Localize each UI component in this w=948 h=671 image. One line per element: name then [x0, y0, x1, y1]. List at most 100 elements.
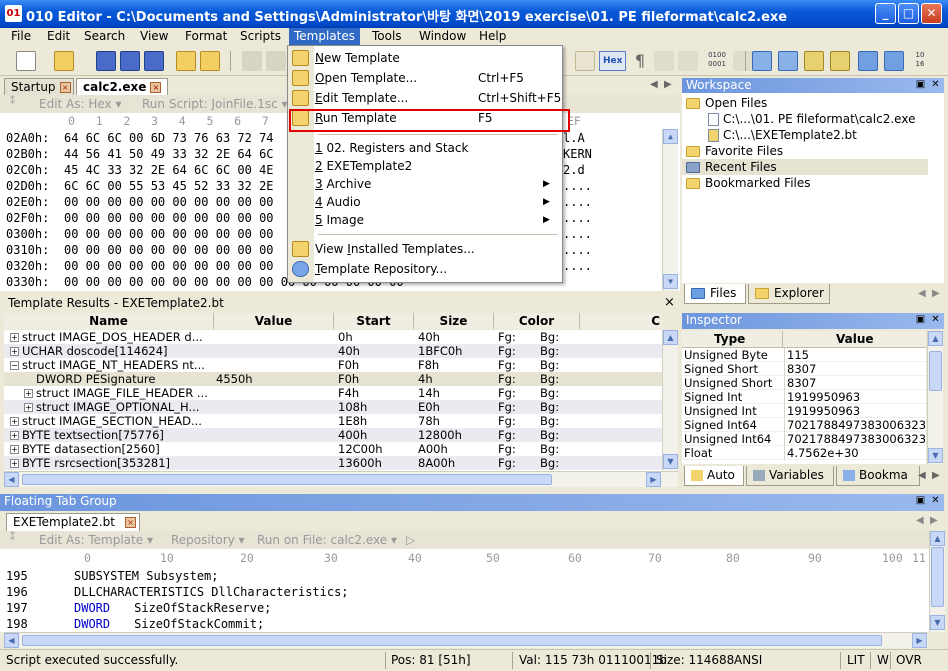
close-panel-icon[interactable]: × [664, 295, 675, 310]
hex-text[interactable]: l.A [563, 131, 585, 145]
hex-bytes[interactable]: 44 56 41 50 49 33 32 2E 64 6C [64, 147, 274, 161]
calculator-icon[interactable] [752, 51, 772, 71]
menu-item-archive[interactable]: 3 Archive ▶ [288, 175, 562, 193]
table-row[interactable]: + BYTE textsection[75776] 400h 12800h Fg: Bg: [4, 428, 662, 442]
status-w[interactable]: W [877, 653, 889, 667]
table-row[interactable]: + BYTE rsrcsection[353281] 13600h 8A00h Fg: B… [4, 456, 662, 470]
hex-bytes[interactable]: 00 00 00 00 00 00 00 00 00 00 [64, 243, 274, 257]
tree-item-recent-files[interactable]: Recent Files [682, 159, 944, 175]
hex-text[interactable]: .... [563, 259, 592, 273]
repository-dropdown[interactable]: Repository ▾ [171, 533, 245, 547]
inspector-row[interactable]: Unsigned Short 8307 [682, 376, 926, 390]
hex-bytes[interactable]: 00 00 00 00 00 00 00 00 00 00 [64, 227, 274, 241]
float-panel-icon[interactable]: ▣ [914, 314, 927, 327]
hex-text[interactable]: KERN [563, 147, 592, 161]
tools-icon[interactable] [830, 51, 850, 71]
hex-bytes[interactable]: 45 4C 33 32 2E 64 6C 6C 00 4E [64, 163, 274, 177]
hex-bytes[interactable]: 6C 6C 00 55 53 45 52 33 32 2E [64, 179, 274, 193]
scroll-right-icon[interactable]: ▶ [912, 633, 927, 648]
scroll-down-icon[interactable]: ▼ [930, 615, 945, 630]
float-panel-icon[interactable]: ▣ [914, 495, 927, 508]
inspector-row[interactable]: Unsigned Int64 7021788497383006323 [682, 432, 926, 446]
inspector-row[interactable]: Signed Int64 7021788497383006323 [682, 418, 926, 432]
menu-item-view-installed-templates[interactable]: View Installed Templates... [288, 240, 562, 258]
run-template-icon[interactable]: ▷ [406, 533, 415, 547]
menu-item-recent-1[interactable]: 1 02. Registers and Stack [288, 139, 562, 157]
column-header-comment[interactable]: C [580, 313, 662, 329]
scroll-thumb[interactable] [22, 635, 882, 646]
scroll-up-icon[interactable]: ▲ [928, 331, 943, 346]
expand-toggle-icon[interactable]: + [10, 459, 19, 468]
tab-calc2-exe[interactable]: calc2.exe × [76, 78, 168, 95]
tree-item-file[interactable]: C:\...\01. PE fileformat\calc2.exe [708, 111, 915, 127]
table-row[interactable]: + struct IMAGE_FILE_HEADER ... F4h 14h Fg: Bg… [4, 386, 662, 400]
base-convert-icon[interactable]: 10 16 [910, 51, 930, 71]
inspector-row[interactable]: Unsigned Byte 115 [682, 348, 926, 362]
hex-bytes[interactable]: 00 00 00 00 00 00 00 00 00 00 [64, 211, 274, 225]
expand-toggle-icon[interactable]: + [10, 417, 19, 426]
table-row[interactable]: − struct IMAGE_NT_HEADERS nt... F0h F8h Fg: B… [4, 358, 662, 372]
inspector-value[interactable]: 8307 [784, 376, 926, 390]
inspector-table[interactable]: Unsigned Byte 115 Signed Short 8307 Unsigned… [682, 348, 926, 464]
tab-scroll-left-icon[interactable]: ◀ [650, 79, 658, 90]
histogram-icon[interactable] [858, 51, 878, 71]
menu-edit[interactable]: Edit [42, 28, 75, 46]
scroll-up-icon[interactable]: ▲ [663, 330, 678, 345]
menu-item-recent-2[interactable]: 2 EXETemplate2 [288, 157, 562, 175]
menu-item-open-template[interactable]: Open Template... Ctrl+F5 [288, 69, 562, 87]
hex-text[interactable]: .... [563, 195, 592, 209]
inspector-value[interactable]: 115 [784, 348, 926, 362]
hex-text[interactable]: .... [563, 179, 592, 193]
inspector-scrollbar[interactable]: ▲ ▼ [927, 331, 943, 464]
template-code-editor[interactable]: 195 SUBSYSTEM Subsystem; 196 DLLCHARACTERI… [0, 566, 930, 632]
inspector-row[interactable]: Unsigned Int 1919950963 [682, 404, 926, 418]
menu-item-audio[interactable]: 4 Audio ▶ [288, 193, 562, 211]
column-header-name[interactable]: Name [4, 313, 214, 329]
column-header-color[interactable]: Color [494, 313, 580, 329]
hex-bytes[interactable]: 00 00 00 00 00 00 00 00 00 00 [64, 259, 274, 273]
status-lit[interactable]: LIT [847, 653, 865, 667]
scroll-down-icon[interactable]: ▼ [663, 454, 678, 469]
tab-auto[interactable]: Auto [684, 466, 744, 486]
column-header-size[interactable]: Size [414, 313, 494, 329]
expand-toggle-icon[interactable]: + [10, 445, 19, 454]
hex-bytes[interactable]: 64 6C 6C 00 6D 73 76 63 72 74 [64, 131, 274, 145]
scroll-down-icon[interactable]: ▼ [928, 448, 943, 463]
code-scrollbar[interactable]: ▲ ▼ [929, 531, 945, 632]
hex-text[interactable]: .... [563, 227, 592, 241]
tab-scroll-right-icon[interactable]: ▶ [932, 470, 940, 481]
hex-mode-button[interactable]: Hex [599, 51, 627, 71]
inspect-icon[interactable] [778, 51, 798, 71]
pilcrow-icon[interactable]: ¶ [630, 51, 650, 71]
tab-scroll-right-icon[interactable]: ▶ [932, 288, 940, 299]
tree-item-bookmarked-files[interactable]: Bookmarked Files [686, 175, 811, 191]
maximize-button[interactable]: □ [898, 3, 919, 24]
expand-toggle-icon[interactable]: + [24, 403, 33, 412]
menu-item-template-repository[interactable]: Template Repository... [288, 260, 562, 278]
cut-icon[interactable] [242, 51, 262, 71]
hex-text[interactable]: .... [563, 211, 592, 225]
run-script-dropdown[interactable]: Run Script: JoinFile.1sc ▾ [142, 97, 288, 111]
inspector-value[interactable]: 4.7562e+30 [784, 446, 926, 460]
close-panel-icon[interactable]: ✕ [929, 495, 942, 508]
hex-scrollbar[interactable]: ▲ ▼ [662, 129, 678, 291]
close-tab-icon[interactable]: × [59, 82, 71, 93]
tab-bookmarks[interactable]: Bookma [836, 466, 920, 486]
table-row[interactable]: + struct IMAGE_OPTIONAL_H... 108h E0h Fg: Bg: [4, 400, 662, 414]
scroll-up-icon[interactable]: ▲ [663, 129, 678, 144]
expand-toggle-icon[interactable]: + [10, 431, 19, 440]
tab-explorer[interactable]: Explorer [748, 284, 830, 304]
close-tab-icon[interactable]: × [124, 517, 136, 528]
close-button[interactable]: ✕ [921, 3, 942, 24]
table-row[interactable]: DWORD PESignature 4550h F0h 4h Fg: Bg: [4, 372, 662, 386]
edit-as-dropdown[interactable]: Edit As: Template ▾ [39, 533, 153, 547]
tab-scroll-left-icon[interactable]: ◀ [918, 470, 926, 481]
column-header-value[interactable]: Value [214, 313, 334, 329]
tab-scroll-right-icon[interactable]: ▶ [664, 79, 672, 90]
tab-exetemplate2[interactable]: EXETemplate2.bt × [6, 513, 140, 531]
table-row[interactable]: + BYTE datasection[2560] 12C00h A00h Fg: Bg: [4, 442, 662, 456]
menu-search[interactable]: Search [79, 28, 130, 46]
expand-toggle-icon[interactable]: + [24, 389, 33, 398]
copy-icon[interactable] [266, 51, 286, 71]
endian-icon[interactable] [733, 51, 753, 71]
